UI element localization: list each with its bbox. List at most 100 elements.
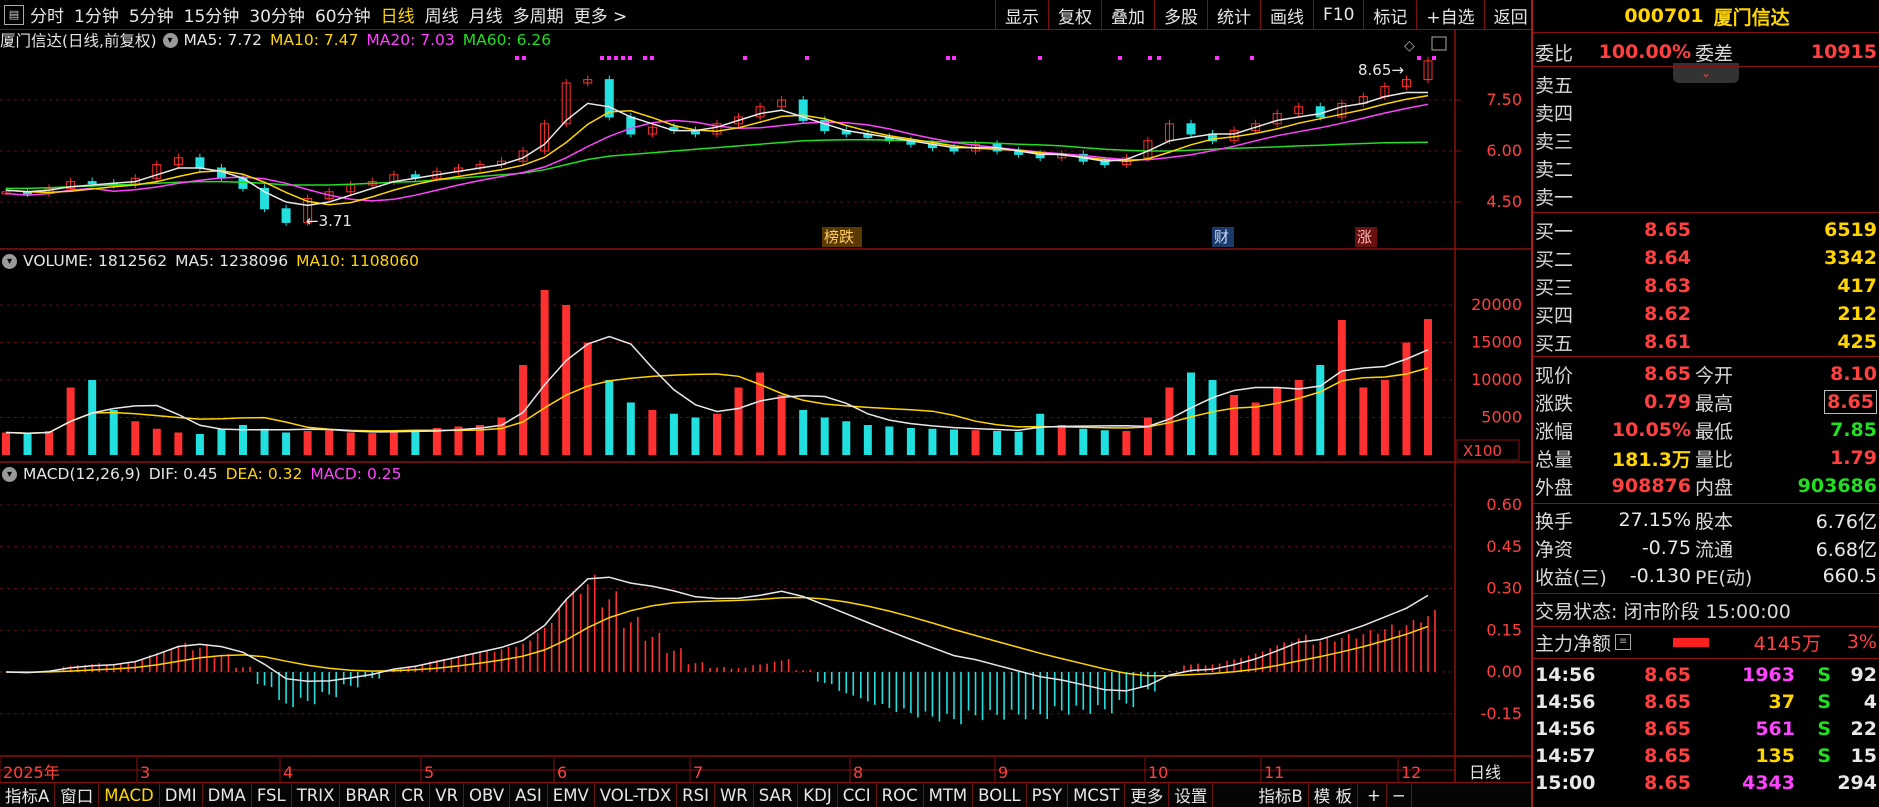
buy-level-3-volume: 417	[1837, 275, 1877, 297]
volume-bars	[2, 290, 1432, 455]
indicator-tab-3[interactable]: DMI	[160, 782, 203, 807]
buy-level-5[interactable]: 买五 8.61 425	[1533, 328, 1879, 356]
volume-bar	[45, 431, 54, 455]
sell-level-4[interactable]: 卖四	[1533, 98, 1879, 126]
volume-unit-label: X100	[1463, 442, 1502, 460]
sell-level-3[interactable]: 卖三	[1533, 126, 1879, 154]
period-tab-1[interactable]: 1分钟	[74, 2, 119, 27]
volume-bar	[282, 432, 291, 455]
volume-bar	[152, 428, 161, 455]
indicator-tab-27[interactable]: 模 板	[1309, 782, 1358, 807]
indicator-tab-13[interactable]: VOL-TDX	[595, 782, 678, 807]
macd-tick-label: 0.00	[1486, 662, 1522, 681]
main-force-value: 4145万	[1753, 632, 1821, 655]
indicator-tab-19[interactable]: ROC	[877, 782, 924, 807]
indicator-tab-20[interactable]: MTM	[924, 782, 974, 807]
indicator-tab-25[interactable]: 设置	[1169, 782, 1214, 807]
toolbar-button-8[interactable]: +自选	[1416, 0, 1483, 30]
tick-count: 22	[1850, 718, 1877, 740]
indicator-tab-21[interactable]: BOLL	[973, 782, 1027, 807]
indicator-tab-24[interactable]: 更多	[1125, 782, 1170, 807]
indicator-tab-7[interactable]: BRAR	[340, 782, 397, 807]
indicator-tab-4[interactable]: DMA	[203, 782, 252, 807]
toolbar-button-9[interactable]: 返回	[1483, 0, 1537, 30]
quote-value: 8.65	[1824, 390, 1877, 414]
settings-circle-icon[interactable]: ▾	[162, 32, 178, 48]
indicator-tab-12[interactable]: EMV	[548, 782, 595, 807]
kline-chart[interactable]: 7.506.004.50←3.718.65→榜跌财涨◇2000015000100…	[0, 30, 1531, 782]
volume-bar	[1273, 387, 1282, 455]
sell-level-5[interactable]: 卖五	[1533, 70, 1879, 98]
buy-level-5-volume: 425	[1837, 331, 1877, 353]
indicator-tab-11[interactable]: ASI	[510, 782, 548, 807]
toolbar-button-6[interactable]: F10	[1313, 0, 1363, 30]
period-tab-5[interactable]: 60分钟	[315, 2, 371, 27]
high-price-label: 8.65→	[1358, 61, 1404, 79]
buy-level-2[interactable]: 买二 8.64 3342	[1533, 244, 1879, 272]
volume-bar	[260, 428, 269, 455]
toolbar-button-0[interactable]: 显示	[995, 0, 1048, 30]
indicator-tab-10[interactable]: OBV	[464, 782, 511, 807]
settings-circle-icon[interactable]: ▾	[2, 253, 17, 269]
main-force-bar	[1673, 638, 1709, 647]
period-tab-6[interactable]: 日线	[381, 2, 415, 27]
indicator-tab-26[interactable]: 指标B	[1253, 782, 1309, 807]
tick-row: 14:57 8.65 135 S 15	[1533, 742, 1879, 770]
indicator-tab-17[interactable]: KDJ	[798, 782, 838, 807]
buy-level-4[interactable]: 买四 8.62 212	[1533, 300, 1879, 328]
buy-level-3[interactable]: 买三 8.63 417	[1533, 272, 1879, 300]
axis-period-label: 日线	[1469, 763, 1501, 782]
macd-value-legend: MACD: 0.25	[310, 465, 402, 483]
macd-tick-label: 0.60	[1486, 495, 1522, 514]
volume-legend-title: VOLUME: 1812562	[23, 252, 168, 270]
stat-value: 27.15%	[1618, 509, 1691, 531]
period-tab-8[interactable]: 月线	[469, 2, 503, 27]
indicator-tab-18[interactable]: CCI	[838, 782, 877, 807]
indicator-tab-5[interactable]: FSL	[252, 782, 292, 807]
toolbar-button-7[interactable]: 标记	[1363, 0, 1416, 30]
list-icon[interactable]: ≡	[1615, 634, 1632, 650]
sell-level-1[interactable]: 卖一	[1533, 182, 1879, 210]
indicator-tab-23[interactable]: MCST	[1068, 782, 1126, 807]
indicator-tab-15[interactable]: WR	[715, 782, 754, 807]
buy-level-5-label: 买五	[1535, 332, 1574, 355]
period-tab-2[interactable]: 5分钟	[129, 2, 174, 27]
indicator-tab-16[interactable]: SAR	[754, 782, 799, 807]
period-tab-7[interactable]: 周线	[425, 2, 459, 27]
menu-toggle-icon[interactable]: ▤	[4, 4, 24, 25]
toolbar-button-3[interactable]: 多股	[1154, 0, 1207, 30]
macd-legend: ▾ MACD(12,26,9) DIF: 0.45 DEA: 0.32 MACD…	[0, 463, 401, 485]
candle-body	[216, 167, 226, 179]
sell-level-1-label: 卖一	[1535, 186, 1574, 209]
ma60-line	[6, 139, 1429, 190]
period-tab-10[interactable]: 更多 >	[574, 2, 628, 27]
volume-bar	[432, 428, 441, 455]
toolbar-button-5[interactable]: 画线	[1260, 0, 1313, 30]
period-tab-4[interactable]: 30分钟	[249, 2, 305, 27]
tick-volume: 1963	[1742, 664, 1795, 686]
indicator-tab-0[interactable]: 指标A	[0, 782, 56, 807]
toolbar-button-2[interactable]: 叠加	[1101, 0, 1154, 30]
period-tab-9[interactable]: 多周期	[513, 2, 564, 27]
toolbar-button-4[interactable]: 统计	[1207, 0, 1260, 30]
indicator-tab-29[interactable]: −	[1387, 782, 1412, 807]
indicator-tab-1[interactable]: 窗口	[55, 782, 100, 807]
indicator-tab-9[interactable]: VR	[430, 782, 465, 807]
indicator-tab-8[interactable]: CR	[396, 782, 431, 807]
period-tab-3[interactable]: 15分钟	[184, 2, 240, 27]
sell-level-3-label: 卖三	[1535, 130, 1574, 153]
indicator-tab-2[interactable]: MACD	[99, 782, 160, 807]
event-dot	[600, 56, 604, 60]
period-tab-0[interactable]: 分时	[30, 2, 64, 27]
macd-tick-label: 0.30	[1486, 579, 1522, 598]
toolbar-button-1[interactable]: 复权	[1048, 0, 1101, 30]
buy-level-1[interactable]: 买一 8.65 6519	[1533, 216, 1879, 244]
sell-level-2[interactable]: 卖二	[1533, 154, 1879, 182]
indicator-tab-22[interactable]: PSY	[1027, 782, 1069, 807]
indicator-tab-6[interactable]: TRIX	[292, 782, 341, 807]
volume-tick-label: 5000	[1481, 408, 1522, 427]
indicator-tab-28[interactable]: +	[1362, 782, 1387, 807]
indicator-tab-14[interactable]: RSI	[677, 782, 715, 807]
settings-circle-icon[interactable]: ▾	[2, 466, 17, 482]
volume-bar	[195, 434, 204, 455]
